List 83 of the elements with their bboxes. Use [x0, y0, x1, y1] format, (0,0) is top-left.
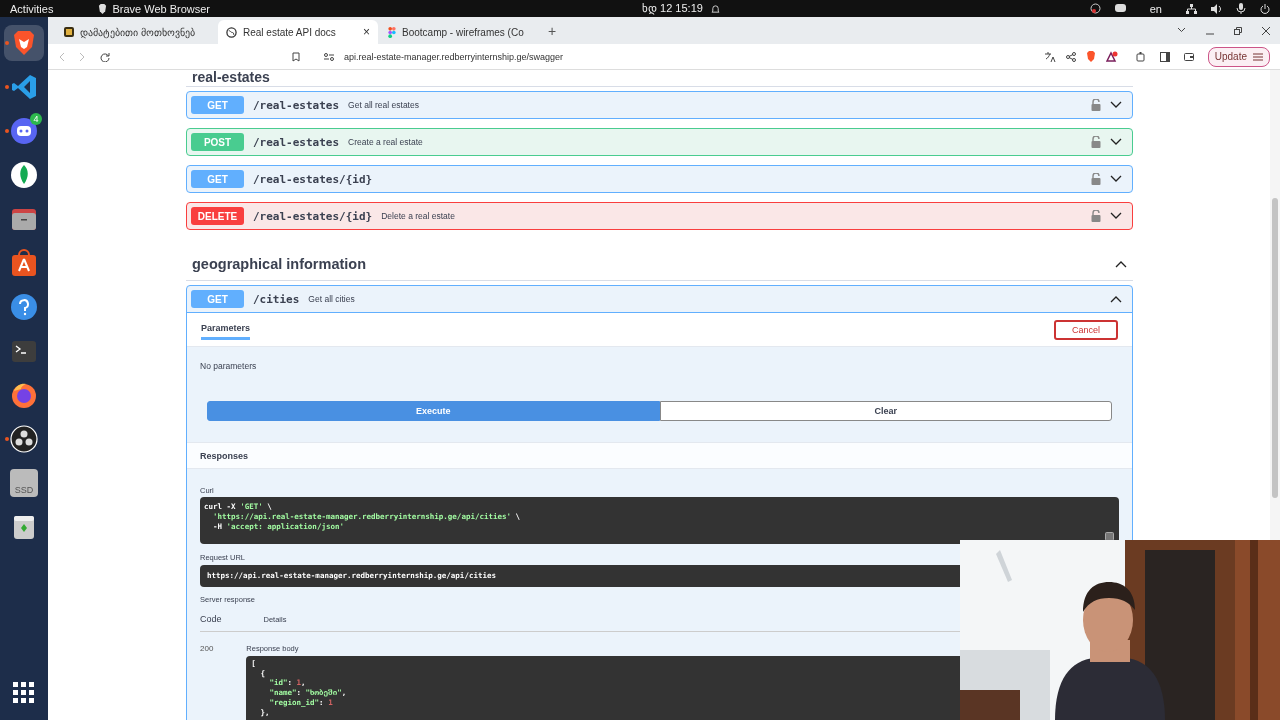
new-tab-button[interactable]: + — [548, 22, 557, 39]
operation-row[interactable]: POST /real-estates Create a real estate — [186, 128, 1133, 156]
volume-icon[interactable] — [1211, 3, 1222, 14]
microphone-icon[interactable] — [1236, 3, 1246, 14]
method-badge: GET — [191, 170, 244, 188]
drive-label: SSD — [14, 485, 34, 495]
reload-icon[interactable] — [100, 51, 110, 62]
parameters-tab[interactable]: Parameters — [201, 319, 251, 340]
clock[interactable]: ხდ 12 15:19 — [642, 2, 703, 15]
close-icon[interactable] — [1262, 26, 1270, 35]
responses-heading: Responses — [200, 450, 249, 461]
copy-icon[interactable] — [1105, 531, 1115, 541]
padlock-icon[interactable] — [1091, 173, 1101, 185]
notification-badge: 4 — [30, 113, 42, 125]
section-heading: geographical information — [192, 256, 366, 272]
method-badge: GET — [191, 96, 244, 114]
activities-button[interactable]: Activities — [10, 2, 54, 15]
fox-globe-icon[interactable] — [10, 381, 38, 409]
endpoint-summary: Delete a real estate — [381, 211, 455, 221]
triangle-rewards-icon[interactable] — [1105, 51, 1118, 62]
power-icon[interactable] — [1260, 3, 1270, 14]
chevron-down-icon[interactable] — [1110, 138, 1122, 146]
chevron-up-icon[interactable] — [1110, 295, 1122, 303]
chevron-down-icon[interactable] — [1110, 101, 1122, 109]
share-icon[interactable] — [1065, 51, 1076, 62]
code-editor-icon[interactable] — [10, 73, 38, 101]
no-parameters-text: No parameters — [200, 361, 258, 371]
design-tool-icon — [388, 26, 396, 38]
sidebar-icon[interactable] — [1159, 51, 1170, 62]
record-indicator-icon[interactable] — [1089, 3, 1101, 14]
chevron-down-icon[interactable] — [1110, 212, 1122, 220]
chevron-up-icon[interactable] — [1115, 260, 1127, 268]
wallet-icon[interactable] — [1183, 52, 1194, 61]
address-bar[interactable]: api.real-estate-manager.redberryinternship.ge/swagger — [284, 45, 1118, 68]
status-code: 200 — [200, 644, 214, 655]
chevron-down-icon[interactable] — [1110, 175, 1122, 183]
endpoint-summary: Get all cities — [308, 294, 355, 304]
cancel-button[interactable]: Cancel — [1054, 319, 1118, 340]
browser-tab[interactable]: დამატებითი მოთხოვნებ — [56, 20, 216, 44]
padlock-icon[interactable] — [1091, 210, 1101, 222]
chevron-down-icon[interactable] — [1177, 26, 1186, 33]
dock-item[interactable]: SSD — [4, 465, 44, 501]
clear-button[interactable]: Clear — [659, 401, 1112, 421]
translate-icon[interactable] — [1044, 51, 1056, 62]
browser-tab[interactable]: Bootcamp - wireframes (Co — [380, 20, 540, 44]
padlock-icon[interactable] — [1091, 136, 1101, 148]
method-badge: DELETE — [191, 207, 244, 225]
drive-icon[interactable]: SSD — [10, 469, 38, 497]
operation-row[interactable]: GET /real-estates Get all real estates — [186, 91, 1133, 119]
keyboard-layout[interactable]: en — [1149, 2, 1162, 15]
operation-row[interactable]: GET /real-estates/{id} — [186, 165, 1133, 193]
endpoint-summary: Create a real estate — [348, 137, 423, 147]
recorder-icon[interactable] — [10, 425, 38, 453]
endpoint-path: /real-estates — [253, 98, 340, 112]
scrollbar[interactable] — [1270, 70, 1280, 540]
update-button[interactable]: Update — [1207, 46, 1270, 67]
page-favicon-icon — [64, 27, 74, 37]
padlock-icon[interactable] — [1091, 99, 1101, 111]
endpoint-path: /real-estates — [253, 135, 340, 149]
endpoint-path: /cities — [253, 292, 300, 306]
method-badge: POST — [191, 133, 244, 151]
help-icon[interactable] — [10, 293, 38, 321]
leaf-icon[interactable] — [10, 161, 38, 189]
endpoint-path: /real-estates/{id} — [253, 172, 373, 186]
restore-icon[interactable] — [1234, 26, 1242, 35]
site-settings-icon[interactable] — [324, 52, 334, 61]
operation-row[interactable]: DELETE /real-estates/{id} Delete a real estate — [186, 202, 1133, 230]
method-badge: GET — [191, 290, 244, 308]
close-tab-button[interactable]: × — [363, 25, 370, 39]
app-grid-icon[interactable] — [13, 682, 35, 704]
endpoint-path: /real-estates/{id} — [253, 209, 373, 223]
app-name[interactable]: Brave Web Browser — [112, 2, 210, 15]
column-header: Code — [200, 614, 222, 624]
network-icon[interactable] — [1186, 3, 1197, 14]
section-heading: real-estates — [192, 70, 270, 84]
endpoint-summary: Get all real estates — [348, 100, 419, 110]
shopping-bag-icon[interactable] — [10, 249, 38, 277]
globe-icon — [226, 26, 237, 38]
alarm-bell-icon[interactable] — [710, 3, 720, 14]
extensions-icon[interactable] — [1135, 51, 1146, 62]
bookmark-icon[interactable] — [292, 51, 300, 62]
dock-item[interactable] — [4, 25, 44, 61]
browser-tab[interactable]: Real estate API docs × — [218, 20, 378, 44]
